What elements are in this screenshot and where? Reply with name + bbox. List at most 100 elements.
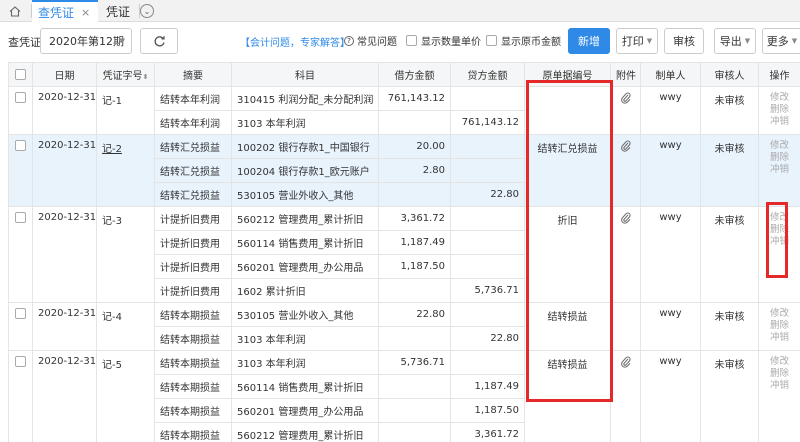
source-doc-cell: 结转损益: [524, 302, 611, 351]
select-all-cell: [8, 62, 33, 87]
reverse-link[interactable]: 冲销: [764, 332, 795, 344]
debit-cell: 1,187.50: [378, 254, 451, 279]
reverse-link[interactable]: 冲销: [764, 116, 795, 128]
edit-link[interactable]: 修改: [764, 212, 795, 224]
summary-cell: 结转本期损益: [154, 374, 232, 399]
print-button[interactable]: 打印 ▼: [616, 28, 658, 54]
credit-cell: [450, 230, 525, 255]
row-checkbox[interactable]: [15, 308, 26, 319]
reverse-link[interactable]: 冲销: [764, 236, 795, 248]
debit-cell: [378, 110, 451, 135]
table-row[interactable]: 2020-12-31 记-4 结转本期损益 530105 营业外收入_其他 22.80 结…: [8, 302, 800, 351]
period-select[interactable]: 2020年第12期 ▼: [40, 28, 132, 54]
more-tabs-icon[interactable]: ⌄: [140, 4, 154, 18]
voucher-table-container: 日期 凭证字号⬍ 摘要 科目 借方金额 贷方金额 原单据编号 附件 制单人 审核…: [8, 62, 800, 442]
debit-cell: 5,736.71: [378, 350, 451, 375]
tab-voucher-query[interactable]: 查凭证 ×: [32, 0, 98, 22]
debit-cell: 1,187.49: [378, 230, 451, 255]
voucher-no-link[interactable]: 记-4: [102, 312, 122, 323]
debit-cell: [378, 326, 451, 351]
home-icon[interactable]: [0, 0, 30, 22]
tab-label: 查凭证: [38, 5, 75, 20]
debit-cell: 20.00: [378, 134, 451, 159]
credit-cell: 1,187.49: [450, 374, 525, 399]
reverse-link[interactable]: 冲销: [764, 380, 795, 392]
row-checkbox[interactable]: [15, 92, 26, 103]
credit-cell: [450, 302, 525, 327]
col-debit: 借方金额: [378, 62, 451, 87]
account-cell: 1602 累计折旧: [231, 278, 379, 303]
voucher-no-cell[interactable]: 记-2: [96, 134, 155, 207]
audit-button[interactable]: 审核: [664, 28, 704, 54]
chevron-down-icon: ▼: [791, 37, 798, 45]
voucher-no-cell[interactable]: 记-4: [96, 302, 155, 351]
show-fc-option[interactable]: 显示原币金额: [486, 33, 561, 48]
table-header-row: 日期 凭证字号⬍ 摘要 科目 借方金额 贷方金额 原单据编号 附件 制单人 审核…: [8, 62, 800, 87]
actions-cell: 修改 删除 冲销: [758, 86, 800, 135]
debit-cell: [378, 278, 451, 303]
credit-cell: 1,187.50: [450, 398, 525, 423]
attachment-cell[interactable]: [610, 206, 641, 303]
voucher-no-link[interactable]: 记-5: [102, 360, 122, 371]
edit-link[interactable]: 修改: [764, 308, 795, 320]
export-button[interactable]: 导出 ▼: [714, 28, 756, 54]
new-button[interactable]: 新增: [568, 28, 610, 54]
paperclip-icon[interactable]: [620, 356, 631, 371]
attachment-cell: [610, 302, 641, 351]
voucher-no-link[interactable]: 记-3: [102, 216, 122, 227]
auditor-cell: 未审核: [700, 86, 759, 135]
table-row[interactable]: 2020-12-31 记-1 结转本年利润 310415 利润分配_未分配利润 761,…: [8, 86, 800, 135]
date-cell: 2020-12-31: [32, 134, 97, 207]
attachment-cell[interactable]: [610, 350, 641, 442]
col-voucher-no[interactable]: 凭证字号⬍: [96, 62, 155, 87]
question-icon: ?: [344, 35, 354, 46]
more-button[interactable]: 更多 ▼: [762, 28, 800, 54]
auditor-cell: 未审核: [700, 134, 759, 207]
show-qty-label: 显示数量单价: [421, 37, 481, 48]
paperclip-icon[interactable]: [620, 92, 631, 107]
show-qty-checkbox[interactable]: [406, 35, 417, 46]
table-row[interactable]: 2020-12-31 记-2 结转汇兑损益 100202 银行存款1_中国银行 20.0…: [8, 134, 800, 207]
row-checkbox[interactable]: [15, 140, 26, 151]
voucher-no-cell[interactable]: 记-5: [96, 350, 155, 442]
reverse-link[interactable]: 冲销: [764, 164, 795, 176]
delete-link[interactable]: 删除: [764, 152, 795, 164]
delete-link[interactable]: 删除: [764, 320, 795, 332]
voucher-no-cell[interactable]: 记-3: [96, 206, 155, 303]
close-icon[interactable]: ×: [81, 6, 90, 19]
attachment-cell[interactable]: [610, 134, 641, 207]
attachment-cell[interactable]: [610, 86, 641, 135]
voucher-no-cell[interactable]: 记-1: [96, 86, 155, 135]
table-row[interactable]: 2020-12-31 记-5 结转本期损益 3103 本年利润 5,736.71 结转损益…: [8, 350, 800, 442]
tab-label: 凭证: [106, 4, 131, 19]
delete-link[interactable]: 删除: [764, 368, 795, 380]
account-cell: 530105 营业外收入_其他: [231, 182, 379, 207]
edit-link[interactable]: 修改: [764, 140, 795, 152]
account-cell: 310415 利润分配_未分配利润: [231, 86, 379, 111]
faq-link[interactable]: ? 常见问题: [344, 33, 397, 48]
show-fc-checkbox[interactable]: [486, 35, 497, 46]
row-checkbox[interactable]: [15, 212, 26, 223]
consult-link[interactable]: 【会计问题，专家解答】: [240, 34, 350, 49]
paperclip-icon[interactable]: [620, 212, 631, 227]
edit-link[interactable]: 修改: [764, 92, 795, 104]
select-all-checkbox[interactable]: [15, 68, 26, 80]
edit-link[interactable]: 修改: [764, 356, 795, 368]
table-row[interactable]: 2020-12-31 记-3 计提折旧费用 560212 管理费用_累计折旧 3,361…: [8, 206, 800, 303]
tab-voucher[interactable]: 凭证: [100, 0, 138, 22]
voucher-no-link[interactable]: 记-1: [102, 96, 122, 107]
query-label: 查凭证: [8, 36, 41, 49]
row-select-cell: [8, 302, 33, 351]
account-cell: 560201 管理费用_办公用品: [231, 398, 379, 423]
col-maker: 制单人: [640, 62, 701, 87]
row-checkbox[interactable]: [15, 356, 26, 367]
delete-link[interactable]: 删除: [764, 224, 795, 236]
show-qty-option[interactable]: 显示数量单价: [406, 33, 481, 48]
export-label: 导出: [719, 35, 742, 48]
voucher-no-link[interactable]: 记-2: [102, 144, 122, 155]
delete-link[interactable]: 删除: [764, 104, 795, 116]
refresh-button[interactable]: [140, 28, 178, 54]
paperclip-icon[interactable]: [620, 140, 631, 155]
maker-cell: wwy: [640, 206, 701, 303]
chevron-down-icon: ▼: [744, 37, 751, 45]
